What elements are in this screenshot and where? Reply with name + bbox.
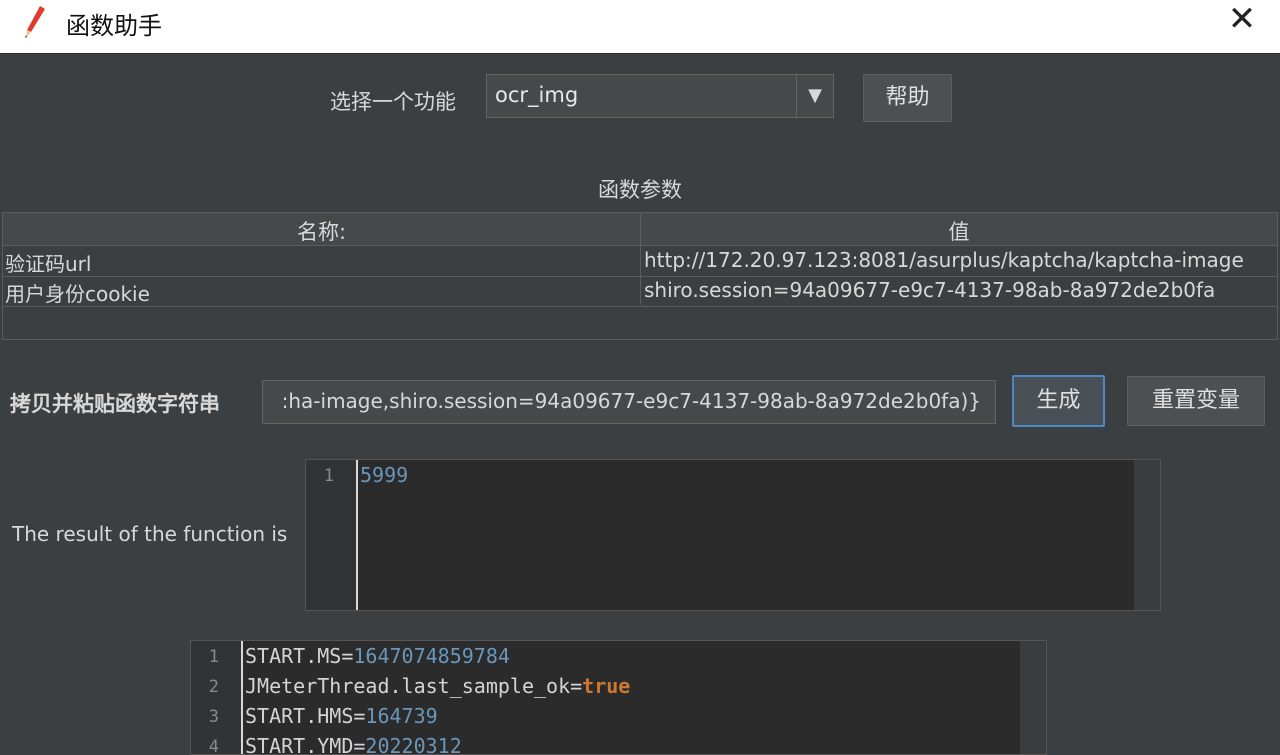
function-select-value: ocr_img <box>495 83 579 107</box>
result-editor[interactable]: 1 5999 <box>305 459 1161 611</box>
var-value: 20220312 <box>365 734 462 755</box>
title-bar: 函数助手 ✕ <box>0 0 1280 54</box>
param-name-cell[interactable]: 验证码url <box>5 248 91 277</box>
gutter-divider <box>356 460 358 610</box>
var-key: START.HMS= <box>245 704 366 728</box>
column-header-name: 名称: <box>296 220 347 244</box>
line-number: 1 <box>323 466 334 486</box>
code-line: JMeterThread.last_sample_ok=true <box>245 674 630 698</box>
code-line: START.HMS=164739 <box>245 704 438 728</box>
gutter-divider <box>241 641 243 754</box>
var-value: 164739 <box>365 704 438 728</box>
line-number: 1 <box>208 647 219 667</box>
table-row[interactable]: 用户身份cookie shiro.session=94a09677-e9c7-4… <box>3 276 1277 307</box>
line-number: 2 <box>208 677 219 697</box>
function-string-value: :ha-image,shiro.session=94a09677-e9c7-41… <box>281 389 981 413</box>
result-value[interactable]: 5999 <box>360 463 408 487</box>
line-number-gutter: 1 2 3 4 <box>191 641 243 754</box>
chevron-down-icon[interactable]: ▼ <box>796 75 833 117</box>
function-select-label: 选择一个功能 <box>330 90 456 114</box>
var-value: true <box>582 674 631 698</box>
variables-editor[interactable]: 1 2 3 4 START.MS=1647074859784 JMeterThr… <box>190 640 1047 755</box>
reset-variables-button[interactable]: 重置变量 <box>1127 376 1265 426</box>
result-label: The result of the function is <box>12 522 288 546</box>
line-number: 3 <box>208 707 219 727</box>
vertical-scrollbar[interactable] <box>1020 641 1046 754</box>
code-line: START.YMD=20220312 <box>245 734 462 755</box>
function-string-field[interactable]: :ha-image,shiro.session=94a09677-e9c7-41… <box>262 380 996 424</box>
line-number-gutter: 1 <box>306 460 358 610</box>
var-value: 1647074859784 <box>353 644 510 668</box>
table-row[interactable]: 验证码url http://172.20.97.123:8081/asurplu… <box>3 246 1277 277</box>
params-table: 名称: 值 验证码url http://172.20.97.123:8081/a… <box>2 212 1278 340</box>
var-key: JMeterThread.last_sample_ok= <box>245 674 583 698</box>
var-key: START.MS= <box>245 644 354 668</box>
vertical-scrollbar[interactable] <box>1134 460 1160 610</box>
function-select[interactable]: ocr_img ▼ <box>486 74 834 118</box>
close-icon[interactable]: ✕ <box>1222 2 1262 38</box>
pencil-icon <box>25 6 45 38</box>
help-button[interactable]: 帮助 <box>863 74 952 122</box>
var-key: START.YMD= <box>245 734 366 755</box>
generate-button[interactable]: 生成 <box>1012 375 1105 427</box>
param-value-cell[interactable]: shiro.session=94a09677-e9c7-4137-98ab-8a… <box>644 278 1215 302</box>
column-header-value: 值 <box>948 220 970 244</box>
line-number: 4 <box>208 737 219 755</box>
param-value-cell[interactable]: http://172.20.97.123:8081/asurplus/kaptc… <box>644 248 1244 272</box>
code-line: START.MS=1647074859784 <box>245 644 510 668</box>
param-name-cell[interactable]: 用户身份cookie <box>5 278 150 307</box>
window-title: 函数助手 <box>66 12 162 40</box>
copy-string-label: 拷贝并粘贴函数字符串 <box>10 392 220 416</box>
params-section-title: 函数参数 <box>598 178 682 202</box>
